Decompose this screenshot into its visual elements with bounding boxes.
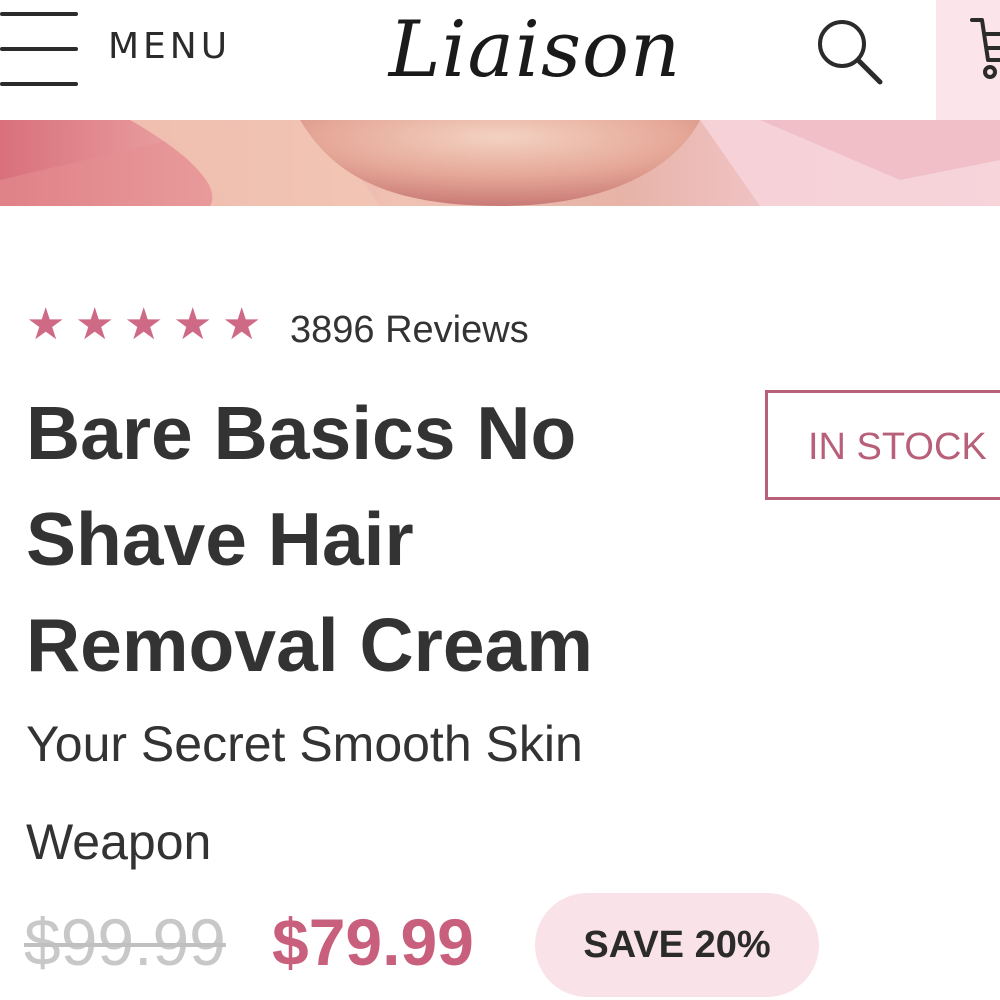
- product-rating[interactable]: ★ ★ ★ ★ ★ 3896 Reviews: [26, 300, 666, 356]
- star-icon: ★: [75, 299, 115, 350]
- discount-label: SAVE 20%: [583, 924, 771, 966]
- hamburger-icon: [0, 12, 78, 90]
- search-icon: [818, 20, 883, 85]
- reviews-count[interactable]: 3896 Reviews: [290, 306, 529, 354]
- brand-logo[interactable]: Liaison: [355, 0, 715, 115]
- price-row: $99.99 $79.99 SAVE 20%: [0, 890, 1000, 1000]
- star-icon: ★: [26, 299, 66, 350]
- stock-status-label: IN STOCK: [808, 426, 987, 468]
- site-header: MENU Liaison: [0, 0, 1000, 120]
- menu-button[interactable]: MENU: [0, 0, 260, 100]
- sale-price: $79.99: [272, 905, 474, 979]
- cart-button[interactable]: [936, 0, 1000, 120]
- stock-status-badge: IN STOCK: [765, 390, 1000, 500]
- hero-banner-image: [0, 120, 1000, 206]
- star-icon: ★: [173, 299, 213, 350]
- product-subtitle: Your Secret Smooth Skin Weapon: [26, 716, 583, 870]
- discount-badge: SAVE 20%: [535, 893, 819, 997]
- search-button[interactable]: [812, 14, 888, 90]
- menu-label: MENU: [108, 26, 232, 67]
- cart-icon: [970, 18, 1000, 79]
- star-icon: ★: [222, 299, 262, 350]
- hero-artwork: [0, 120, 1000, 206]
- star-rating: ★ ★ ★ ★ ★: [26, 300, 271, 350]
- product-page: MENU Liaison ★ ★ ★ ★ ★ 3896 Reviews IN S…: [0, 0, 1000, 1000]
- product-title: Bare Basics No Shave Hair Removal Cream: [26, 391, 593, 687]
- star-icon: ★: [124, 299, 164, 350]
- original-price: $99.99: [24, 905, 226, 979]
